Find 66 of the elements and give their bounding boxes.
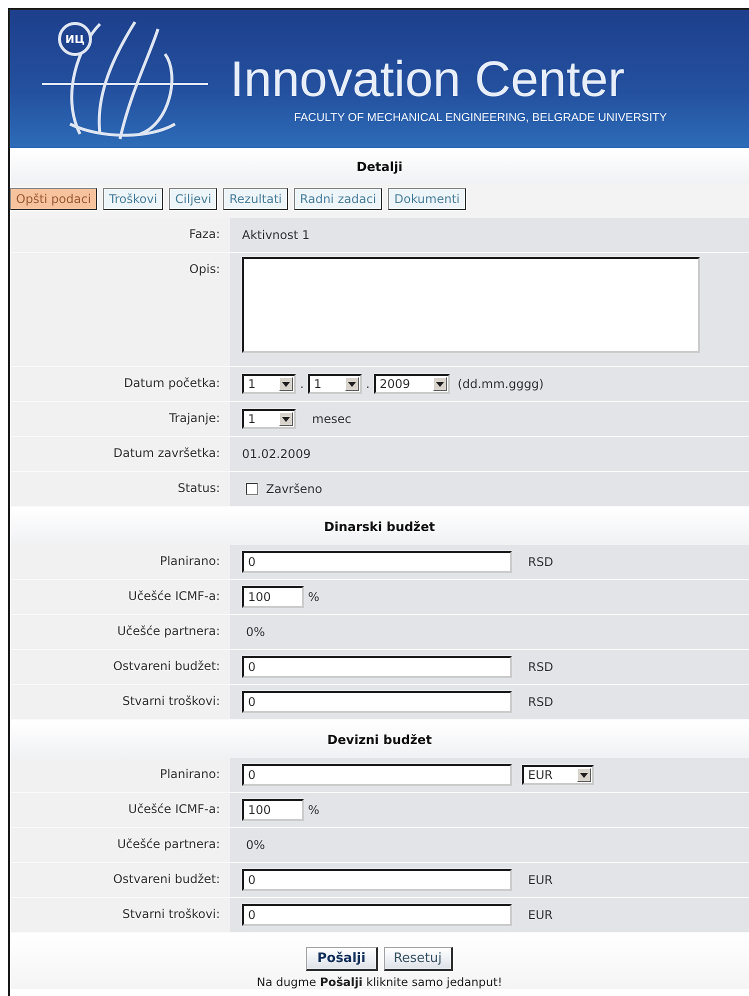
field-label: Planirano: xyxy=(160,554,220,570)
amount-field[interactable]: 0 xyxy=(242,691,512,713)
format-hint: (dd.mm.gggg) xyxy=(458,377,544,391)
field-value: Aktivnost 1 xyxy=(242,228,310,242)
currency-label: RSD xyxy=(528,695,554,709)
field-label: Učešće partnera: xyxy=(117,624,220,640)
amount-field[interactable]: 0 xyxy=(242,869,512,891)
caret-icon xyxy=(279,377,293,391)
tab[interactable]: Rezultati xyxy=(223,188,288,210)
field-value: 0% xyxy=(245,625,266,639)
section-title: Detalji xyxy=(356,158,403,174)
date-separator: . xyxy=(300,377,304,391)
note-text: Na dugme Pošalji kliknite samo jedanput! xyxy=(256,975,502,989)
submit-button[interactable]: Pošalji xyxy=(306,947,378,971)
caret-icon xyxy=(577,768,591,782)
field-label: Trajanje: xyxy=(169,411,220,427)
field-label: Planirano: xyxy=(160,767,220,783)
percent-sign: % xyxy=(308,590,320,604)
field-label: Datum početka: xyxy=(124,376,220,392)
caret-icon xyxy=(344,377,359,391)
field-label: Stvarni troškovi: xyxy=(122,694,220,710)
description-field[interactable] xyxy=(242,257,700,353)
field-label: Datum završetka: xyxy=(113,446,220,462)
field-label: Učešće ICMF-a: xyxy=(128,802,220,818)
currency-label: RSD xyxy=(528,555,554,569)
currency-label: RSD xyxy=(528,660,554,674)
tab[interactable]: Troškovi xyxy=(103,188,164,210)
currency-label: EUR xyxy=(528,873,553,887)
logo-text: ИЦ xyxy=(58,22,92,56)
tab[interactable]: Ciljevi xyxy=(169,188,218,210)
field-label: Status: xyxy=(178,481,220,497)
amount-field[interactable]: 0 xyxy=(242,764,512,786)
currency-dropdown[interactable]: EUR xyxy=(522,765,594,785)
unit-label: mesec xyxy=(312,412,352,426)
amount-field[interactable]: 0 xyxy=(242,904,512,926)
field-label: Faza: xyxy=(189,227,220,243)
section-title: Devizni budžet xyxy=(327,732,432,746)
amount-field[interactable]: 0 xyxy=(242,551,512,573)
date-separator: . xyxy=(366,377,370,391)
day-dropdown[interactable]: 1 xyxy=(242,374,296,394)
percent-field[interactable]: 100 xyxy=(242,586,304,608)
field-label: Učešće ICMF-a: xyxy=(128,589,220,605)
tab[interactable]: Dokumenti xyxy=(388,188,466,210)
percent-field[interactable]: 100 xyxy=(242,799,304,821)
field-value: 01.02.2009 xyxy=(242,447,311,461)
year-dropdown[interactable]: 2009 xyxy=(374,374,450,394)
field-value: 0% xyxy=(245,838,266,852)
site-title: Innovation Center xyxy=(230,54,626,104)
tab[interactable]: Radni zadaci xyxy=(294,188,382,210)
caret-icon xyxy=(432,377,447,391)
checkbox-label: Završeno xyxy=(266,482,322,496)
site-subtitle: FACULTY OF MECHANICAL ENGINEERING, BELGRADE UNIVERSITY xyxy=(294,112,667,124)
amount-field[interactable]: 0 xyxy=(242,656,512,678)
section-title: Dinarski budžet xyxy=(324,518,436,534)
field-label: Ostvareni budžet: xyxy=(113,659,220,675)
checkbox[interactable] xyxy=(246,483,258,495)
field-label: Učešće partnera: xyxy=(117,837,220,853)
reset-button[interactable]: Resetuj xyxy=(384,947,453,971)
currency-label: EUR xyxy=(528,908,553,922)
caret-icon xyxy=(279,412,293,426)
month-dropdown[interactable]: 1 xyxy=(308,374,362,394)
field-label: Stvarni troškovi: xyxy=(122,907,220,923)
field-label: Ostvareni budžet: xyxy=(113,872,220,888)
percent-sign: % xyxy=(308,803,320,817)
field-label: Opis: xyxy=(189,262,220,278)
duration-dropdown[interactable]: 1 xyxy=(242,409,296,429)
